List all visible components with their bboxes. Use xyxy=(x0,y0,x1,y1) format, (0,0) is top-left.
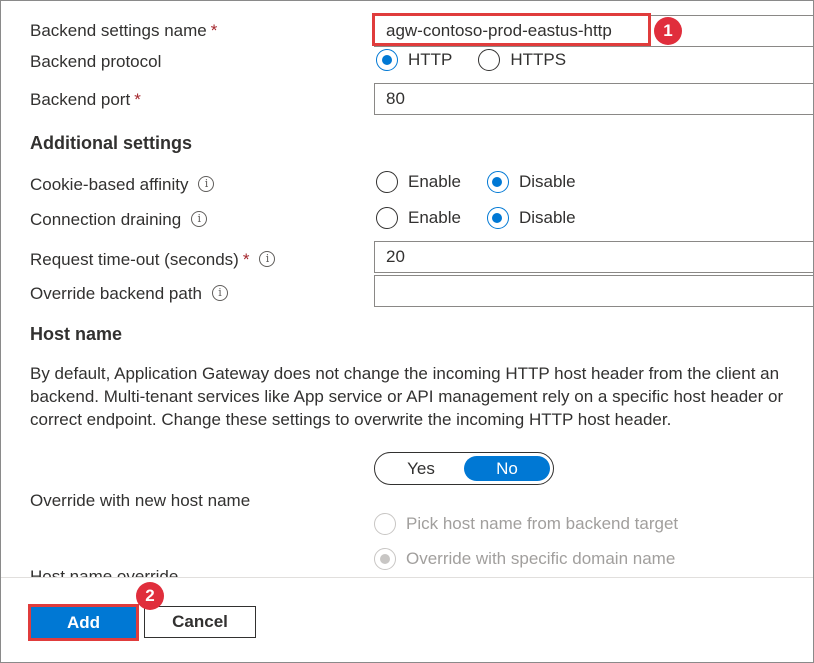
step-badge-2: 2 xyxy=(136,582,164,610)
cookie-affinity-disable-label: Disable xyxy=(518,172,576,191)
required-marker: * xyxy=(242,250,250,269)
protocol-https-label: HTTPS xyxy=(510,50,567,69)
request-timeout-input[interactable]: 20 xyxy=(374,241,813,273)
override-backend-path-text: Override backend path xyxy=(30,284,202,303)
additional-settings-heading: Additional settings xyxy=(30,133,192,153)
connection-draining-enable-radio[interactable] xyxy=(376,207,398,229)
protocol-https-radio[interactable] xyxy=(478,49,501,71)
connection-draining-label: Connection draining i xyxy=(30,210,208,230)
step-badge-1: 1 xyxy=(654,17,682,45)
connection-draining-disable-radio[interactable] xyxy=(486,207,509,229)
backend-settings-name-text: Backend settings name xyxy=(30,21,207,40)
connection-draining-radio-group: Enable Disable xyxy=(376,207,602,229)
panel-footer: Add Cancel 2 xyxy=(1,577,813,662)
cookie-affinity-disable-radio[interactable] xyxy=(486,171,509,193)
protocol-http-radio[interactable] xyxy=(376,49,398,71)
cookie-affinity-enable-radio[interactable] xyxy=(376,171,398,193)
host-name-heading: Host name xyxy=(30,324,123,344)
override-backend-path-label: Override backend path i xyxy=(30,284,228,304)
add-backend-setting-panel: Backend settings name * agw-contoso-prod-… xyxy=(0,0,814,663)
info-icon[interactable]: i xyxy=(191,210,208,227)
description-line: correct endpoint. Change these settings … xyxy=(30,410,672,429)
backend-settings-name-label: Backend settings name * xyxy=(30,21,217,41)
cancel-button[interactable]: Cancel xyxy=(144,606,256,638)
request-timeout-value: 20 xyxy=(386,247,405,266)
backend-port-value: 80 xyxy=(386,89,405,108)
backend-protocol-label: Backend protocol xyxy=(30,52,162,71)
connection-draining-text: Connection draining xyxy=(30,210,182,229)
toggle-no-option[interactable]: No xyxy=(464,456,550,481)
request-timeout-text: Request time-out (seconds) xyxy=(30,250,239,269)
highlight-box-1 xyxy=(372,13,651,46)
highlight-box-2 xyxy=(28,604,139,641)
info-icon[interactable]: i xyxy=(198,175,215,192)
backend-port-input[interactable]: 80 xyxy=(374,83,813,115)
cookie-affinity-enable-label: Enable xyxy=(408,172,461,191)
connection-draining-enable-label: Enable xyxy=(408,208,461,227)
backend-port-label: Backend port * xyxy=(30,90,141,110)
protocol-http-label: HTTP xyxy=(408,50,453,69)
required-marker: * xyxy=(134,90,141,109)
cookie-affinity-text: Cookie-based affinity xyxy=(30,175,189,194)
override-domain-radio[interactable] xyxy=(374,548,396,570)
info-icon[interactable]: i xyxy=(259,250,276,267)
backend-protocol-radio-group: HTTP HTTPS xyxy=(376,49,592,71)
override-backend-path-input[interactable] xyxy=(374,275,813,307)
host-name-option-override: Override with specific domain name xyxy=(374,548,701,570)
backend-port-text: Backend port xyxy=(30,90,131,109)
required-marker: * xyxy=(210,21,218,40)
cookie-affinity-radio-group: Enable Disable xyxy=(376,171,602,193)
info-icon[interactable]: i xyxy=(212,284,228,301)
description-line: backend. Multi-tenant services like App … xyxy=(30,387,784,406)
override-new-host-label: Override with new host name xyxy=(30,491,251,510)
cookie-affinity-label: Cookie-based affinity i xyxy=(30,175,215,195)
toggle-yes-option[interactable]: Yes xyxy=(378,456,464,481)
pick-host-label: Pick host name from backend target xyxy=(406,514,679,533)
override-host-toggle[interactable]: Yes No xyxy=(374,452,554,485)
pick-host-radio[interactable] xyxy=(374,513,396,535)
host-name-option-pick: Pick host name from backend target xyxy=(374,513,704,535)
connection-draining-disable-label: Disable xyxy=(518,208,576,227)
request-timeout-label: Request time-out (seconds) * i xyxy=(30,250,276,270)
description-line: By default, Application Gateway does not… xyxy=(30,364,780,383)
override-domain-label: Override with specific domain name xyxy=(406,549,676,568)
host-name-description: By default, Application Gateway does not… xyxy=(30,362,783,431)
